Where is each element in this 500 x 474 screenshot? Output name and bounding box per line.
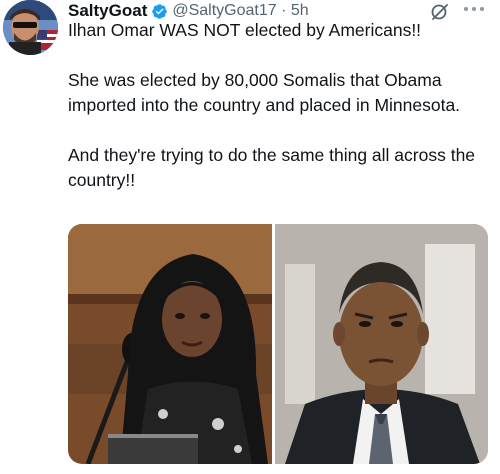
tweet: SaltyGoat @SaltyGoat17 · 5h Ilhan Omar W… (0, 0, 500, 474)
tweet-media (68, 224, 488, 464)
avatar[interactable] (3, 0, 58, 55)
tweet-text: Ilhan Omar WAS NOT elected by Americans!… (68, 18, 493, 193)
tweet-paragraph-1: Ilhan Omar WAS NOT elected by Americans!… (68, 20, 422, 40)
media-photo-left[interactable] (68, 224, 272, 464)
more-options-icon[interactable] (461, 2, 487, 16)
media-photo-right[interactable] (275, 224, 488, 464)
tweet-paragraph-3: And they're trying to do the same thing … (68, 145, 476, 190)
verified-badge-icon (151, 3, 168, 20)
tweet-paragraph-2: She was elected by 80,000 Somalis that O… (68, 70, 461, 115)
avatar-image (3, 0, 58, 55)
